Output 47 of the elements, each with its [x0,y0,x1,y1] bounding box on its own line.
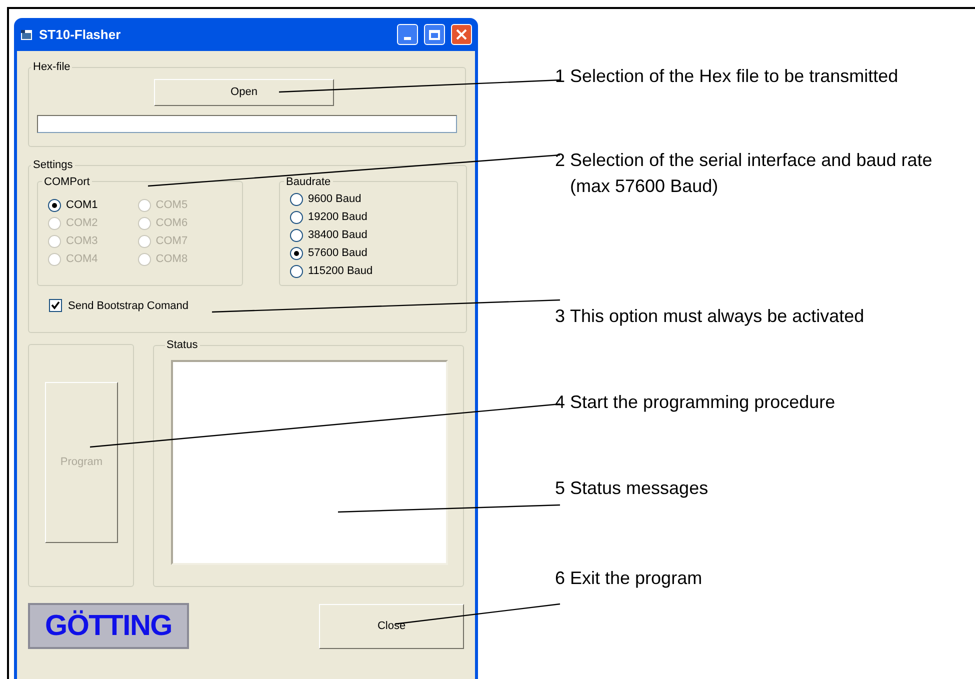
radio-label: 57600 Baud [308,246,368,261]
callout-text: Selection of the serial interface and baud rate (max 57600 Baud) [570,149,934,198]
checkbox-label: Send Bootstrap Comand [68,298,188,314]
radio-button[interactable] [48,198,61,212]
radio-label: 19200 Baud [308,210,368,225]
radio-button[interactable] [290,210,303,224]
file-path-field[interactable] [37,114,457,132]
radio-button[interactable] [290,228,303,242]
status-text-area[interactable] [170,360,448,564]
window-title: ST10-Flasher [39,26,122,44]
callout-text: Start the programming procedure [570,391,836,414]
radio-label: COM2 [66,216,98,231]
radio-button[interactable] [290,192,303,206]
radio-label: 9600 Baud [308,192,362,207]
callout-number: 3 [555,305,566,328]
callout-number: 5 [555,477,566,500]
group-label: Settings [32,158,74,173]
radio-label: COM8 [156,252,188,267]
callout-text: Status messages [570,477,710,500]
callout-text: Selection of the Hex file to be transmitted [570,65,900,88]
open-button[interactable]: Open [154,78,334,106]
radio-label: COM1 [66,198,98,213]
group-label: COMPort [43,174,91,190]
logo-text: GÖTTING [44,612,172,640]
radio-label: COM5 [156,198,188,213]
close-icon[interactable] [451,24,472,45]
radio-label: COM6 [156,216,188,231]
maximize-button[interactable] [424,24,445,45]
radio-label: 38400 Baud [308,228,368,243]
radio-label: COM7 [156,234,188,249]
callout-text: This option must always be activated [570,305,866,328]
callout-text: Exit the program [570,567,704,590]
group-label: Hex-file [32,60,72,75]
callout-number: 1 [555,65,566,88]
group-label: Baudrate [285,174,332,190]
close-button[interactable]: Close [319,604,464,648]
checkbox[interactable] [49,299,62,312]
group-label: Status [166,338,199,353]
callout-number: 2 [555,149,566,172]
window-icon [20,28,33,40]
minimize-button[interactable] [397,24,418,45]
radio-button[interactable] [290,264,303,278]
radio-label: 115200 Baud [308,264,373,279]
radio-label: COM4 [66,252,98,267]
callout-number: 6 [555,567,566,590]
radio-button[interactable] [290,246,303,260]
radio-label: COM3 [66,234,98,249]
